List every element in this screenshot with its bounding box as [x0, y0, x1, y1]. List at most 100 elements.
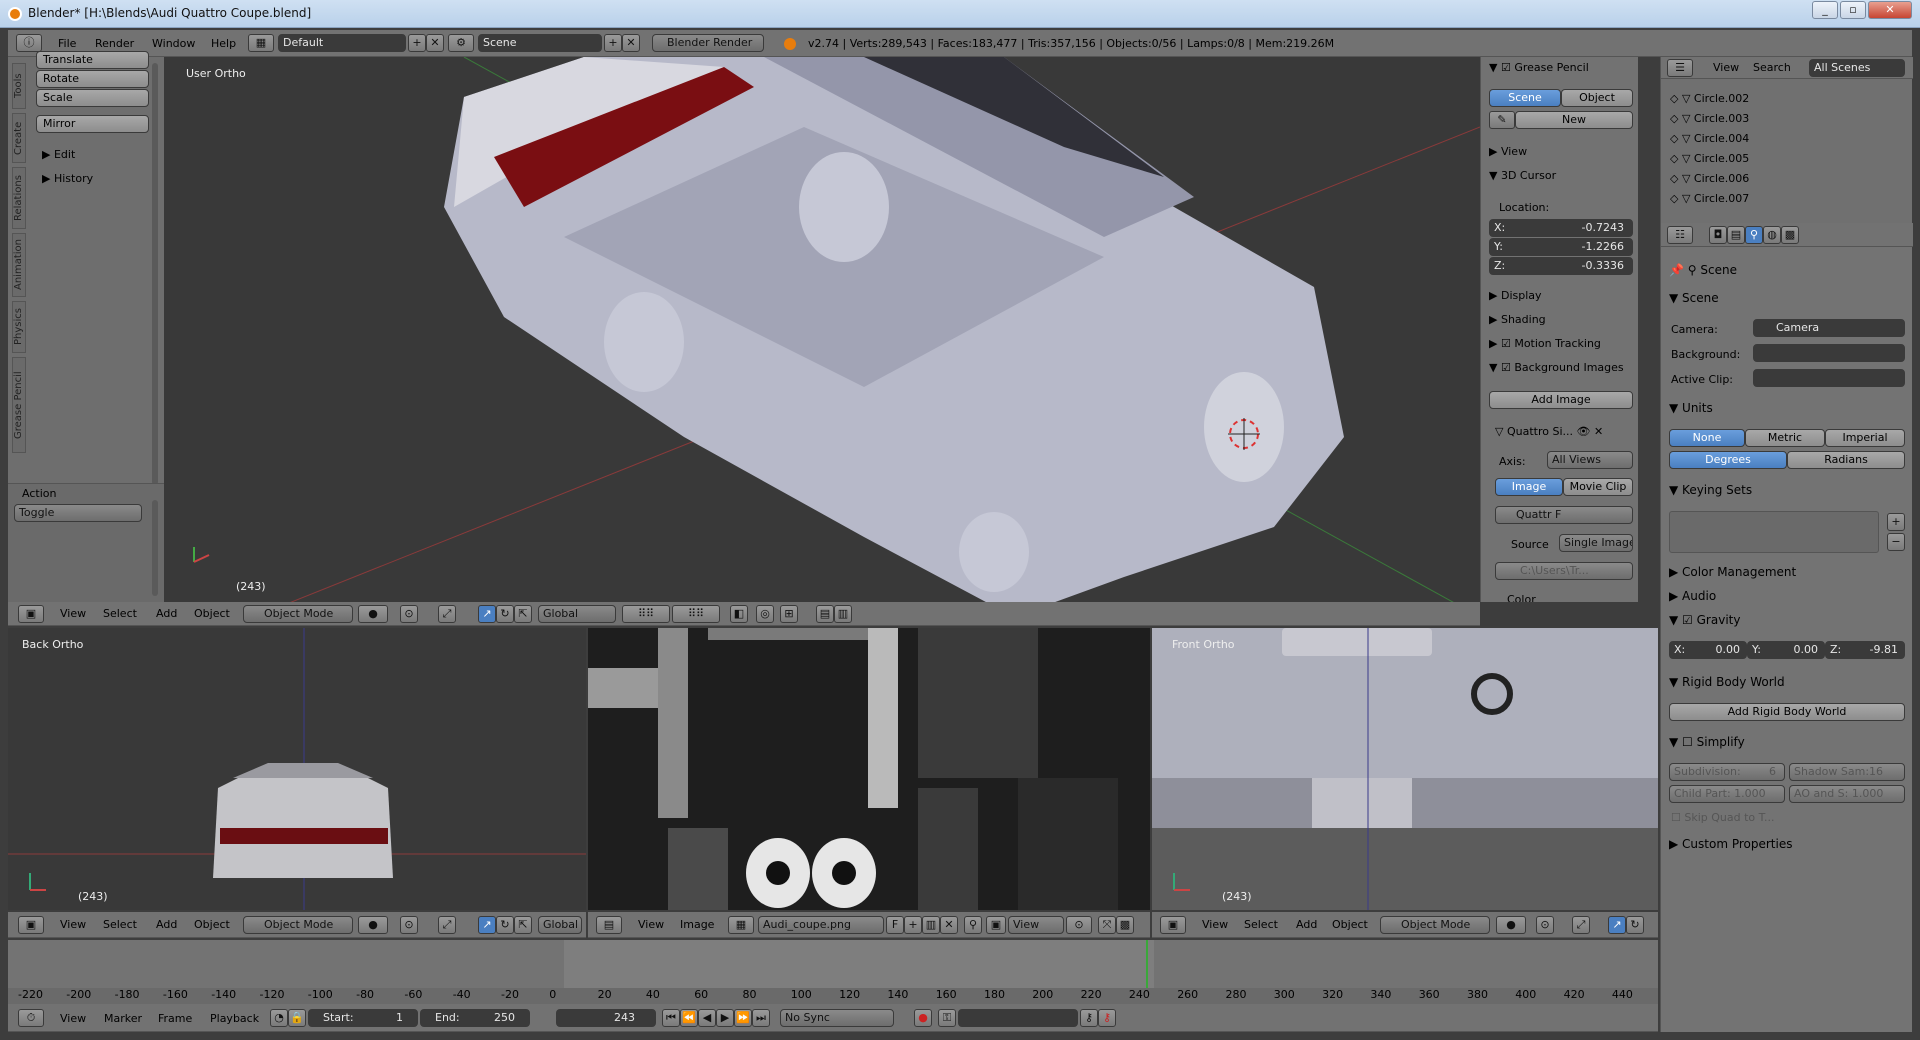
scene-icon[interactable]: ⚙ [448, 34, 474, 52]
shading-panel[interactable]: ▶ Shading [1489, 313, 1546, 326]
prev-keyframe-icon[interactable]: ⏪ [680, 1009, 698, 1027]
back-translate-manip-icon[interactable]: ↗ [478, 916, 496, 934]
back-rotate-manip-icon[interactable]: ↻ [496, 916, 514, 934]
front-view-menu[interactable]: View [1202, 918, 1228, 931]
close-button[interactable]: ✕ [1868, 1, 1912, 19]
active-keying-set-field[interactable] [958, 1009, 1078, 1027]
outliner-row[interactable]: ◇ ▽ Circle.005 [1670, 152, 1749, 168]
outliner-row[interactable]: ◇ ▽ Circle.004 [1670, 132, 1749, 148]
object-menu[interactable]: Object [194, 607, 230, 620]
layers-icon[interactable]: ⠿⠿ [622, 605, 670, 623]
simplify-section[interactable]: ▼ ☐ Simplify [1669, 735, 1745, 749]
front-mode-select[interactable]: Object Mode [1380, 916, 1490, 934]
outliner-view-menu[interactable]: View [1713, 61, 1739, 74]
image-mode-icon[interactable]: ▣ [986, 916, 1006, 934]
shading-icon[interactable]: ● [358, 605, 388, 623]
menu-render[interactable]: Render [95, 37, 134, 50]
render-engine-select[interactable]: Blender Render [652, 34, 764, 52]
minimize-button[interactable]: _ [1812, 1, 1838, 19]
menu-file[interactable]: File [58, 37, 76, 50]
gravity-section[interactable]: ▼ ☑ Gravity [1669, 613, 1740, 627]
back-add-menu[interactable]: Add [156, 918, 177, 931]
outliner-row[interactable]: ◇ ▽ Circle.003 [1670, 112, 1749, 128]
info-editor-icon[interactable]: ⓘ [16, 34, 42, 52]
image-new-icon[interactable]: + [904, 916, 922, 934]
jump-start-icon[interactable]: ⏮ [662, 1009, 680, 1027]
image-path-field[interactable]: C:\Users\Tr... [1495, 562, 1633, 580]
grease-pencil-panel[interactable]: ▼ ☑ Grease Pencil [1489, 61, 1589, 74]
snap-icon[interactable]: ⊞ [780, 605, 798, 623]
lock-layer-icon[interactable]: ◧ [730, 605, 748, 623]
image-editor-type-icon[interactable]: ▤ [596, 916, 622, 934]
cursor-panel[interactable]: ▼ 3D Cursor [1489, 169, 1556, 182]
image-image-menu[interactable]: Image [680, 918, 714, 931]
add-rigid-body-button[interactable]: Add Rigid Body World [1669, 703, 1905, 721]
gp-new-button[interactable]: New [1515, 111, 1633, 129]
bg-item-toggle[interactable]: ▽ Quattro Si... 👁 ✕ [1495, 425, 1603, 438]
proportional-icon[interactable]: ◎ [756, 605, 774, 623]
outliner-search-menu[interactable]: Search [1753, 61, 1791, 74]
audio-section[interactable]: ▶ Audio [1669, 589, 1716, 603]
translate-button[interactable]: Translate [36, 51, 149, 69]
image-unlink-icon[interactable]: ✕ [940, 916, 958, 934]
image-sync-icon[interactable]: ⤧ [1098, 916, 1116, 934]
ao-field[interactable]: AO and S: 1.000 [1789, 785, 1905, 803]
image-open-icon[interactable]: ▥ [922, 916, 940, 934]
image-pivot-icon[interactable]: ⊙ [1066, 916, 1092, 934]
world-context-icon[interactable]: ◍ [1763, 226, 1781, 244]
remove-keying-set-icon[interactable]: − [1887, 533, 1905, 551]
properties-editor-icon[interactable]: ☷ [1667, 226, 1693, 244]
gp-pencil-icon[interactable]: ✎ [1489, 111, 1515, 129]
scale-button[interactable]: Scale [36, 89, 149, 107]
image-display-icon[interactable]: ▩ [1116, 916, 1134, 934]
rotate-button[interactable]: Rotate [36, 70, 149, 88]
gravity-x-field[interactable]: X: 0.00 [1669, 641, 1747, 659]
timeline-playback-menu[interactable]: Playback [210, 1012, 259, 1025]
rigid-body-section[interactable]: ▼ Rigid Body World [1669, 675, 1785, 689]
skip-quad-checkbox[interactable]: ☐ Skip Quad to T... [1671, 811, 1775, 824]
back-object-menu[interactable]: Object [194, 918, 230, 931]
cursor-z-field[interactable]: Z: -0.3336 [1489, 257, 1633, 275]
back-orientation-select[interactable]: Global [538, 916, 582, 934]
keying-set-icon[interactable]: ⚿ [938, 1009, 956, 1027]
start-frame-field[interactable]: Start: 1 [308, 1009, 418, 1027]
select-menu[interactable]: Select [103, 607, 137, 620]
shadow-samples-field[interactable]: Shadow Sam:16 [1789, 763, 1905, 781]
color-management-section[interactable]: ▶ Color Management [1669, 565, 1796, 579]
back-editor-type-icon[interactable]: ▣ [18, 916, 44, 934]
units-section[interactable]: ▼ Units [1669, 401, 1713, 415]
delete-keyframe-icon[interactable]: ⚷ [1098, 1009, 1116, 1027]
gravity-y-field[interactable]: Y: 0.00 [1747, 641, 1825, 659]
image-view-select[interactable]: View [1008, 916, 1064, 934]
tab-animation[interactable]: Animation [12, 233, 26, 297]
image-pin-icon[interactable]: ⚲ [964, 916, 982, 934]
back-viewport[interactable]: Back Ortho (243) [8, 628, 586, 910]
back-mode-select[interactable]: Object Mode [243, 916, 353, 934]
maximize-button[interactable]: ▫ [1840, 1, 1866, 19]
preview-range-icon[interactable]: ◔ [270, 1009, 288, 1027]
layout-icon[interactable]: ▦ [248, 34, 274, 52]
outliner-row[interactable]: ◇ ▽ Circle.002 [1670, 92, 1749, 108]
view-menu[interactable]: View [60, 607, 86, 620]
menu-help[interactable]: Help [211, 37, 236, 50]
layout-field[interactable]: Default [278, 34, 406, 52]
gp-object-tab[interactable]: Object [1561, 89, 1633, 107]
remove-layout-icon[interactable]: ✕ [426, 34, 444, 52]
outliner-row[interactable]: ◇ ▽ Circle.007 [1670, 192, 1749, 208]
pivot-icon[interactable]: ⊙ [400, 605, 418, 623]
outliner-row[interactable]: ◇ ▽ Circle.006 [1670, 172, 1749, 188]
editor-type-icon[interactable]: ▣ [18, 605, 44, 623]
menu-window[interactable]: Window [152, 37, 195, 50]
bg-images-panel[interactable]: ▼ ☑ Background Images [1489, 361, 1624, 374]
history-panel-toggle[interactable]: ▶ History [42, 172, 93, 185]
operator-scrollbar[interactable] [152, 500, 158, 596]
render-context-icon[interactable]: ◘ [1709, 226, 1727, 244]
image-fake-user[interactable]: F [886, 916, 904, 934]
tab-relations[interactable]: Relations [12, 167, 26, 229]
view-panel[interactable]: ▶ View [1489, 145, 1527, 158]
front-rotate-manip-icon[interactable]: ↻ [1626, 916, 1644, 934]
rotate-manip-icon[interactable]: ↻ [496, 605, 514, 623]
timeline-frame-menu[interactable]: Frame [158, 1012, 192, 1025]
front-manipulator-icon[interactable]: ⤢ [1572, 916, 1590, 934]
active-clip-field[interactable] [1753, 369, 1905, 387]
